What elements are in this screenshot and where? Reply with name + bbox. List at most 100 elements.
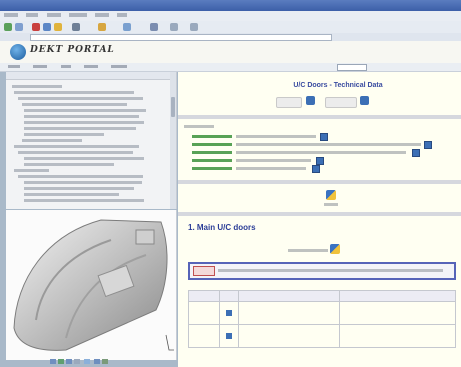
tree-item[interactable] <box>24 115 139 118</box>
table-header <box>238 290 340 302</box>
tree-item[interactable] <box>24 109 146 112</box>
history-icon[interactable] <box>123 23 131 31</box>
table-cell <box>238 301 340 325</box>
drawing-link[interactable] <box>192 135 232 138</box>
nav-link[interactable] <box>111 65 128 68</box>
3d-model-viewer[interactable] <box>6 210 177 360</box>
tree-item[interactable] <box>14 91 134 94</box>
tree-item[interactable] <box>18 97 143 100</box>
highlighted-note <box>188 262 456 280</box>
search-field[interactable] <box>337 64 367 71</box>
menu-item[interactable] <box>95 13 110 17</box>
edit-icon[interactable] <box>190 23 198 31</box>
view-icon[interactable] <box>84 359 90 364</box>
link-desc <box>236 167 306 170</box>
doc-icon[interactable] <box>306 96 315 105</box>
tree-item[interactable] <box>22 103 127 106</box>
menu-item[interactable] <box>26 13 39 17</box>
nav-link[interactable] <box>8 65 20 68</box>
search-icon[interactable] <box>72 23 80 31</box>
content-panel: U/C Doors - Technical Data 1. Main U/C d… <box>178 72 461 367</box>
link-desc <box>236 159 311 162</box>
document-icon[interactable] <box>412 149 420 157</box>
filter-button[interactable] <box>276 97 302 108</box>
document-icon[interactable] <box>424 141 432 149</box>
section-divider <box>178 180 461 184</box>
table-header <box>219 290 239 302</box>
viewer-toolbar <box>50 359 130 365</box>
icon-caption <box>324 203 338 206</box>
data-table <box>188 290 456 348</box>
pan-icon[interactable] <box>58 359 64 364</box>
tree-item[interactable] <box>22 139 82 142</box>
stop-icon[interactable] <box>32 23 40 31</box>
tree-item[interactable] <box>14 169 49 172</box>
favorites-icon[interactable] <box>98 23 106 31</box>
tree-header <box>6 72 176 80</box>
drawing-link[interactable] <box>192 167 232 170</box>
tree-item[interactable] <box>24 193 119 196</box>
table-cell <box>339 301 456 325</box>
table-cell <box>238 324 340 348</box>
portal-subnav <box>0 63 461 72</box>
drawing-link[interactable] <box>192 159 232 162</box>
tree-item[interactable] <box>24 121 144 124</box>
drawing-link[interactable] <box>192 151 232 154</box>
table-cell <box>188 301 220 325</box>
view-icon[interactable] <box>330 244 340 254</box>
drawing-link[interactable] <box>192 143 232 146</box>
forward-icon[interactable] <box>15 23 23 31</box>
home-icon[interactable] <box>54 23 62 31</box>
document-icon[interactable] <box>312 165 320 173</box>
tree-item[interactable] <box>18 151 133 154</box>
tree-item[interactable] <box>24 157 144 160</box>
door-model-render <box>13 219 174 351</box>
nav-link[interactable] <box>33 65 48 68</box>
portal-header: DEKT PORTAL <box>0 41 461 64</box>
globe-logo-icon <box>10 44 26 60</box>
menu-item[interactable] <box>117 13 128 17</box>
tree-item[interactable] <box>24 133 104 136</box>
zoom-icon[interactable] <box>66 359 72 364</box>
address-input[interactable] <box>30 34 332 41</box>
rotate-icon[interactable] <box>50 359 56 364</box>
tree-item[interactable] <box>24 127 136 130</box>
document-icon[interactable] <box>320 133 328 141</box>
tree-item[interactable] <box>24 187 134 190</box>
scroll-thumb[interactable] <box>171 97 175 117</box>
nav-link[interactable] <box>83 65 98 68</box>
tree-item[interactable] <box>18 175 143 178</box>
table-header <box>188 290 220 302</box>
refresh-icon[interactable] <box>43 23 51 31</box>
note-text <box>218 269 443 272</box>
caption <box>288 249 328 252</box>
document-icon[interactable] <box>316 157 324 165</box>
page-title: U/C Doors - Technical Data <box>293 82 383 89</box>
menu-item[interactable] <box>68 13 87 17</box>
link-desc <box>236 151 406 154</box>
fit-icon[interactable] <box>74 359 80 364</box>
menu-item[interactable] <box>4 13 18 17</box>
section-icon[interactable] <box>94 359 100 364</box>
tree-item[interactable] <box>12 85 62 88</box>
nav-link[interactable] <box>60 65 71 68</box>
section-label <box>184 125 214 128</box>
print-icon[interactable] <box>170 23 178 31</box>
mail-icon[interactable] <box>150 23 158 31</box>
tree-item[interactable] <box>24 163 114 166</box>
link-desc <box>236 143 421 146</box>
reference-button[interactable] <box>325 97 357 108</box>
window-titlebar <box>0 0 461 11</box>
tree-item[interactable] <box>24 181 142 184</box>
back-icon[interactable] <box>4 23 12 31</box>
tree-scrollbar[interactable] <box>170 72 176 209</box>
tree-item[interactable] <box>24 199 144 202</box>
document-icon[interactable] <box>360 96 369 105</box>
section-divider <box>178 115 461 119</box>
section-heading: 1. Main U/C doors <box>188 223 256 232</box>
measure-icon[interactable] <box>102 359 108 364</box>
note-badge <box>193 266 215 276</box>
view-icon[interactable] <box>326 190 336 200</box>
tree-item[interactable] <box>14 145 139 148</box>
menu-item[interactable] <box>46 13 61 17</box>
